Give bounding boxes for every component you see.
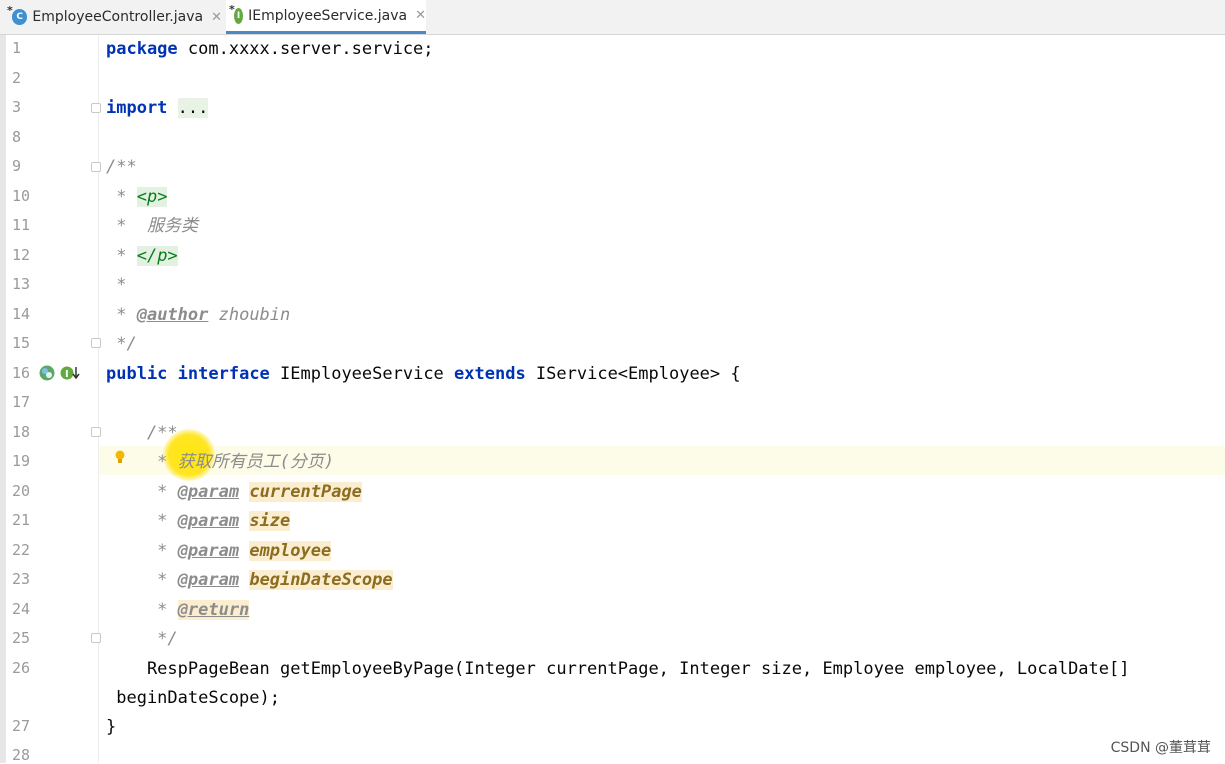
line-number: 14: [12, 305, 31, 323]
code-line-10[interactable]: * <p>: [106, 186, 168, 208]
code-line-26-wrap[interactable]: beginDateScope);: [106, 687, 280, 709]
tab-iemployee-service[interactable]: * I IEmployeeService.java ✕: [226, 0, 426, 34]
tab-label: IEmployeeService.java: [248, 7, 408, 24]
line-number: 2: [12, 69, 22, 87]
watermark: CSDN @董茸茸: [1110, 740, 1211, 756]
line-number: 16: [12, 364, 31, 382]
line-number: 11: [12, 216, 31, 234]
line-number: 1: [12, 39, 22, 57]
line-number: 8: [12, 128, 22, 146]
code-line-21[interactable]: * @param size: [106, 510, 291, 532]
code-line-3[interactable]: import ...: [106, 97, 209, 119]
line-number: 24: [12, 600, 31, 618]
class-icon: * C: [7, 4, 28, 25]
code-line-23[interactable]: * @param beginDateScope: [106, 569, 393, 591]
line-number: 25: [12, 629, 31, 647]
fold-marker[interactable]: [91, 633, 101, 643]
line-number: 21: [12, 511, 31, 529]
code-line-9[interactable]: /**: [106, 156, 137, 178]
collapsed-imports[interactable]: ...: [177, 98, 209, 118]
code-line-1[interactable]: package com.xxxx.server.service;: [106, 38, 434, 60]
interface-down-arrow-icon[interactable]: I: [60, 365, 80, 381]
line-number: 13: [12, 275, 31, 293]
fold-marker[interactable]: [91, 103, 101, 113]
code-line-16[interactable]: public interface IEmployeeService extend…: [106, 363, 741, 385]
code-line-24[interactable]: * @return: [106, 599, 250, 621]
line-number: 15: [12, 334, 31, 352]
code-line-11[interactable]: * 服务类: [106, 215, 198, 237]
line-number: 20: [12, 482, 31, 500]
fold-marker[interactable]: [91, 338, 101, 348]
close-icon[interactable]: ✕: [415, 8, 426, 23]
line-number: 19: [12, 452, 31, 470]
line-number: 3: [12, 98, 22, 116]
implemented-by-icon[interactable]: [39, 365, 55, 381]
code-line-26[interactable]: RespPageBean getEmployeeByPage(Integer c…: [106, 658, 1130, 680]
line-number: 26: [12, 659, 31, 677]
interface-icon: * I: [229, 3, 244, 24]
tab-label: EmployeeController.java: [32, 9, 204, 25]
close-icon[interactable]: ✕: [211, 10, 222, 25]
code-line-15[interactable]: */: [106, 333, 136, 355]
line-number: 23: [12, 570, 31, 588]
code-line-22[interactable]: * @param employee: [106, 540, 332, 562]
code-line-27[interactable]: }: [106, 716, 116, 738]
line-number: 22: [12, 541, 31, 559]
code-line-12[interactable]: * </p>: [106, 245, 178, 267]
line-number: 10: [12, 187, 31, 205]
code-line-13[interactable]: *: [106, 274, 126, 296]
line-number: 27: [12, 717, 31, 735]
line-number: 18: [12, 423, 31, 441]
code-line-25[interactable]: */: [106, 628, 177, 650]
code-line-14[interactable]: * @author zhoubin: [106, 304, 290, 326]
code-line-19[interactable]: * 获取所有员工(分页): [106, 451, 334, 473]
svg-text:I: I: [65, 369, 69, 380]
fold-marker[interactable]: [91, 427, 101, 437]
fold-marker[interactable]: [91, 162, 101, 172]
line-number: 28: [12, 746, 31, 764]
tab-employee-controller[interactable]: * C EmployeeController.java ✕: [7, 0, 222, 34]
line-number: 9: [12, 157, 22, 175]
code-line-20[interactable]: * @param currentPage: [106, 481, 362, 503]
editor-tab-bar: * C EmployeeController.java ✕ * I IEmploye…: [0, 0, 1225, 35]
line-number: 17: [12, 393, 31, 411]
line-number: 12: [12, 246, 31, 264]
